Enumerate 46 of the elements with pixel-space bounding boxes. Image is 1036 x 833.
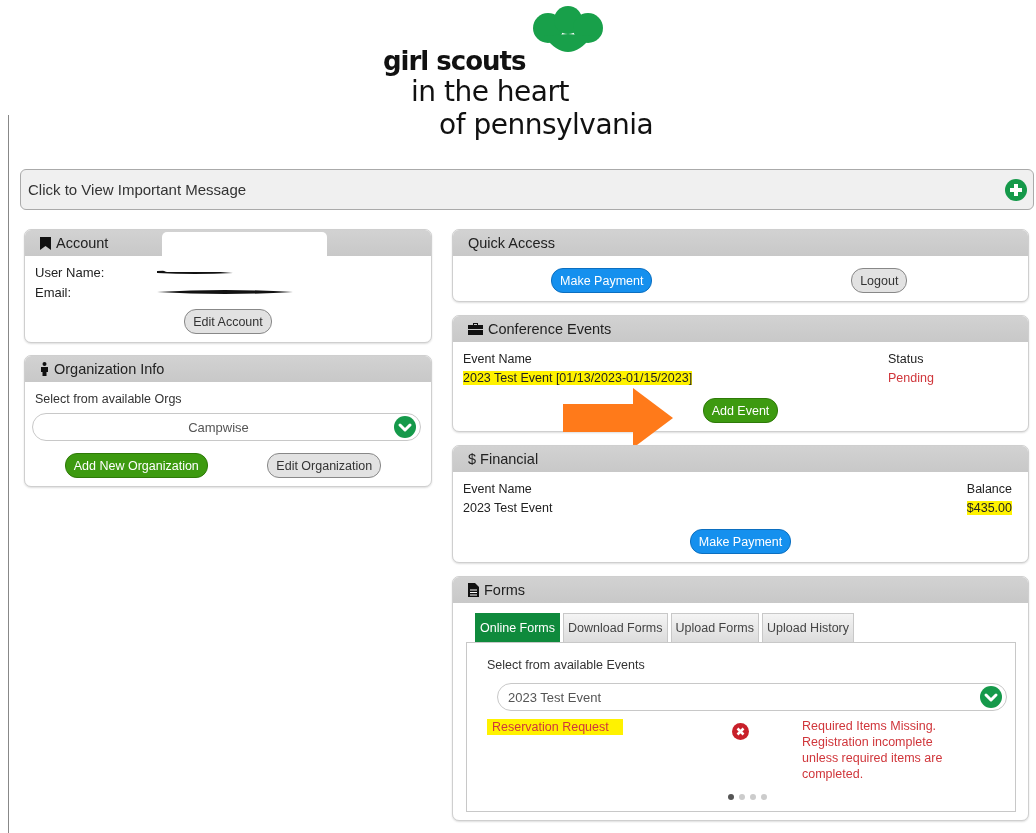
button[interactable]: Edit Organization: [267, 453, 382, 478]
panel-title: Forms: [484, 582, 526, 598]
briefcase-icon: [468, 323, 483, 335]
button[interactable]: Add New Organization: [64, 453, 208, 478]
button[interactable]: Logout: [851, 268, 908, 293]
column-header: Status: [888, 352, 925, 366]
page-dot[interactable]: [727, 794, 734, 800]
tab[interactable]: Upload History: [762, 613, 854, 642]
logo-text: girl scouts: [383, 46, 526, 76]
message-bar[interactable]: Click to View Important Message: [20, 169, 1034, 210]
logo-text: in the heart: [411, 76, 569, 108]
prompt-text: Select from available Events: [487, 658, 646, 672]
select-field[interactable]: Campwise: [32, 413, 421, 441]
column-header: Balance: [966, 482, 1012, 496]
page-dot[interactable]: [738, 794, 745, 800]
panel-title: $ Financial: [468, 451, 539, 467]
button[interactable]: Edit Account: [184, 309, 272, 334]
table-cell-text: 2023 Test Event: [463, 501, 554, 515]
tab[interactable]: Download Forms: [563, 613, 668, 642]
chevron-down-icon: [980, 686, 1002, 708]
error-message: Required Items Missing. Registration incomplete unless required items are completed.: [802, 718, 944, 782]
column-header: Event Name: [463, 482, 533, 496]
column-header: Event Name: [463, 352, 533, 366]
page-dot[interactable]: [760, 794, 767, 800]
bookmark-icon: [40, 236, 51, 250]
status-text: Pending: [888, 371, 935, 385]
chevron-down-icon: [394, 416, 416, 438]
document-icon: [468, 583, 479, 597]
plus-icon: [1005, 178, 1027, 201]
panel-title: Conference Events: [488, 321, 612, 337]
tab[interactable]: Online Forms: [475, 613, 561, 642]
field-label: User Name:: [35, 264, 106, 280]
panel-title: Account: [56, 235, 109, 251]
tab[interactable]: Upload Forms: [670, 613, 759, 642]
panel-title: Organization Info: [54, 361, 165, 377]
form-link[interactable]: Reservation Request: [487, 719, 623, 735]
panel-title: Quick Access: [468, 235, 556, 251]
select-field[interactable]: 2023 Test Event: [497, 683, 1007, 711]
person-icon: [40, 362, 49, 376]
table-cell: 2023 Test Event [01/13/2023-01/15/2023]: [463, 371, 693, 385]
logo-text: of pennsylvania: [439, 108, 654, 142]
field-label: Email:: [35, 284, 73, 300]
button[interactable]: Add Event: [702, 398, 779, 423]
prompt-text: Select from available Orgs: [35, 392, 183, 406]
table-cell: $435.00: [966, 501, 1012, 515]
page-dot[interactable]: [749, 794, 756, 800]
